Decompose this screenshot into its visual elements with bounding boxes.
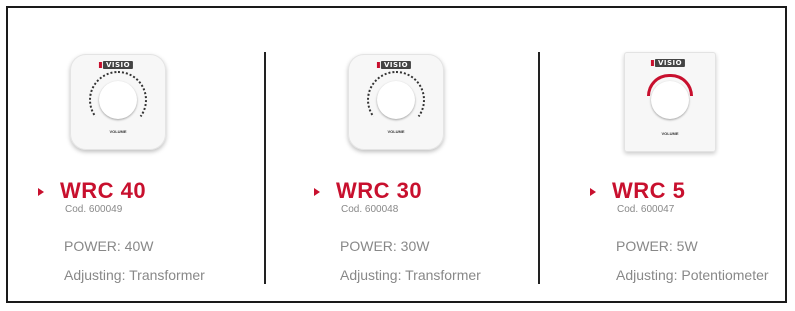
product-adjusting: Adjusting: Potentiometer <box>616 267 769 283</box>
volume-knob <box>377 81 415 119</box>
wrc40-device-image: VISIO VOLUME <box>70 54 166 150</box>
product-code: Cod. 600049 <box>65 204 123 215</box>
product-card-wrc5: VISIO VOLUME WRC 5 Cod. 600047 POWER: 5W… <box>590 44 795 294</box>
wrc5-device-image: VISIO VOLUME <box>624 52 716 152</box>
product-power: POWER: 40W <box>64 238 154 254</box>
brand-logo: VISIO <box>98 61 134 69</box>
wrc30-device-image: VISIO VOLUME <box>348 54 444 150</box>
bullet-arrow-icon <box>38 188 44 196</box>
volume-knob <box>651 81 689 119</box>
bullet-arrow-icon <box>590 188 596 196</box>
column-divider <box>538 52 540 284</box>
product-panel: VISIO VOLUME WRC 40 Cod. 600049 POWER: 4… <box>6 6 787 303</box>
brand-logo: VISIO <box>650 59 686 67</box>
product-power: POWER: 30W <box>340 238 430 254</box>
product-adjusting: Adjusting: Transformer <box>64 267 205 283</box>
product-name: WRC 5 <box>612 178 686 203</box>
product-code: Cod. 600048 <box>341 204 399 215</box>
product-code: Cod. 600047 <box>617 204 675 215</box>
product-name: WRC 40 <box>60 178 147 203</box>
bullet-arrow-icon <box>314 188 320 196</box>
product-adjusting: Adjusting: Transformer <box>340 267 481 283</box>
product-power: POWER: 5W <box>616 238 698 254</box>
volume-knob <box>99 81 137 119</box>
knob-label: VOLUME <box>387 129 405 134</box>
knob-label: VOLUME <box>661 131 679 136</box>
product-name: WRC 30 <box>336 178 423 203</box>
product-card-wrc40: VISIO VOLUME WRC 40 Cod. 600049 POWER: 4… <box>38 44 248 294</box>
column-divider <box>264 52 266 284</box>
product-card-wrc30: VISIO VOLUME WRC 30 Cod. 600048 POWER: 3… <box>314 44 524 294</box>
knob-label: VOLUME <box>109 129 127 134</box>
brand-logo: VISIO <box>376 61 412 69</box>
